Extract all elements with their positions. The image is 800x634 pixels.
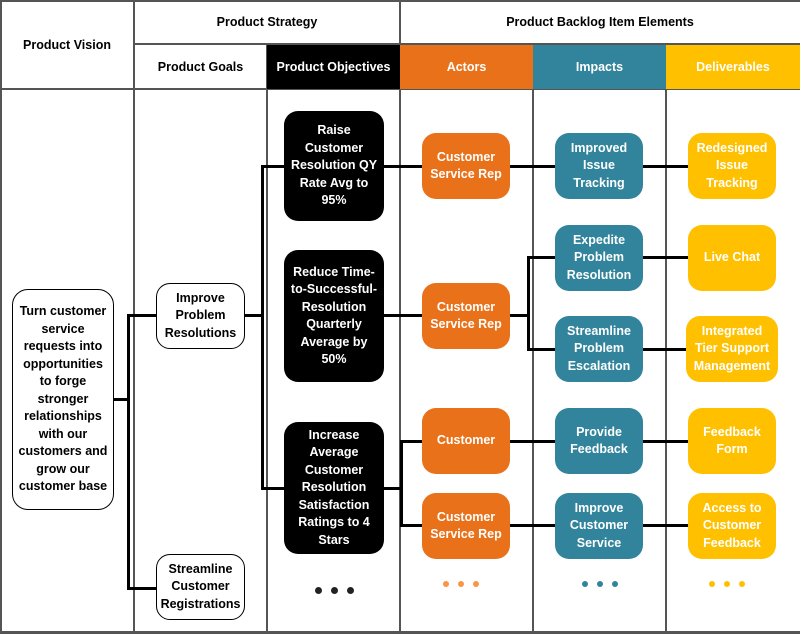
connector: [127, 314, 157, 317]
connector: [527, 256, 557, 259]
actor-node[interactable]: Customer: [422, 408, 510, 474]
impacts-ellipsis-icon: [582, 581, 618, 587]
impact-node[interactable]: Improved Issue Tracking: [555, 133, 643, 199]
connector: [642, 440, 690, 443]
connector: [400, 440, 423, 443]
connector: [509, 440, 557, 443]
connector: [400, 524, 423, 527]
impact-map-diagram: Product Vision Product Strategy Product …: [0, 0, 800, 634]
connector: [642, 256, 690, 259]
connector: [383, 314, 423, 317]
connector: [400, 440, 403, 527]
header-actors: Actors: [400, 45, 533, 89]
connector: [261, 165, 285, 168]
objective-node[interactable]: Reduce Time- to-Successful- Resolution Q…: [284, 250, 384, 382]
impact-node[interactable]: Improve Customer Service: [555, 493, 643, 559]
header-product-objectives: Product Objectives: [267, 45, 400, 89]
header-product-backlog: Product Backlog Item Elements: [506, 15, 694, 29]
deliverables-ellipsis-icon: [709, 581, 745, 587]
deliverable-node[interactable]: Redesigned Issue Tracking: [688, 133, 776, 199]
divider-impacts: [665, 44, 667, 634]
connector: [642, 165, 690, 168]
connector: [127, 314, 130, 589]
divider-actors: [532, 44, 534, 634]
actor-node[interactable]: Customer Service Rep: [422, 283, 510, 349]
connector: [261, 487, 285, 490]
connector: [127, 587, 157, 590]
divider-strategy: [399, 0, 401, 634]
objective-node[interactable]: Raise Customer Resolution QY Rate Avg to…: [284, 111, 384, 221]
vision-node[interactable]: Turn customer service requests into oppo…: [12, 289, 114, 510]
actor-node[interactable]: Customer Service Rep: [422, 493, 510, 559]
deliverable-node[interactable]: Live Chat: [688, 225, 776, 291]
connector: [527, 256, 530, 351]
actors-ellipsis-icon: [443, 581, 479, 587]
connector: [261, 165, 264, 490]
connector: [509, 165, 557, 168]
connector: [509, 314, 529, 317]
goal-node[interactable]: Improve Problem Resolutions: [156, 283, 245, 349]
connector: [509, 524, 557, 527]
actor-node[interactable]: Customer Service Rep: [422, 133, 510, 199]
connector: [383, 165, 423, 168]
divider-vision: [133, 0, 135, 634]
header-product-strategy: Product Strategy: [216, 15, 318, 29]
connector: [527, 348, 557, 351]
divider-goals: [266, 44, 268, 634]
header-impacts: Impacts: [533, 45, 666, 89]
impact-node[interactable]: Expedite Problem Resolution: [555, 225, 643, 291]
objectives-ellipsis-icon: [315, 587, 354, 594]
impact-node[interactable]: Provide Feedback: [555, 408, 643, 474]
header-deliverables: Deliverables: [666, 45, 800, 89]
header-product-vision: Product Vision: [23, 37, 111, 52]
header-product-goals: Product Goals: [157, 60, 244, 74]
impact-node[interactable]: Streamline Problem Escalation: [555, 316, 643, 382]
connector: [642, 348, 690, 351]
deliverable-node[interactable]: Feedback Form: [688, 408, 776, 474]
connector: [642, 524, 690, 527]
goal-node[interactable]: Streamline Customer Registrations: [156, 554, 245, 620]
deliverable-node[interactable]: Access to Customer Feedback: [688, 493, 776, 559]
border-left: [0, 0, 2, 634]
deliverable-node[interactable]: Integrated Tier Support Management: [686, 316, 778, 382]
objective-node[interactable]: Increase Average Customer Resolution Sat…: [284, 422, 384, 554]
